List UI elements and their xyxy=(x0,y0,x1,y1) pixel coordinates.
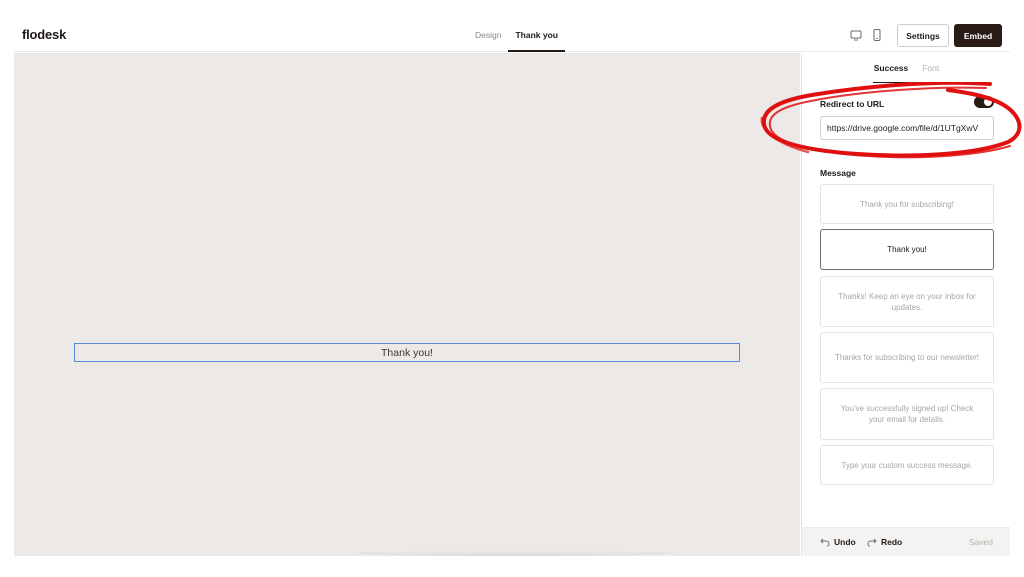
tab-font[interactable]: Font xyxy=(915,53,946,83)
brand-logo: flodesk xyxy=(22,27,67,42)
redo-button[interactable]: Redo xyxy=(867,537,902,547)
mobile-icon[interactable] xyxy=(871,29,883,41)
message-option-selected[interactable]: Thank you! xyxy=(820,229,994,270)
desktop-icon[interactable] xyxy=(850,29,862,41)
toggle-knob xyxy=(984,98,992,106)
redo-label: Redo xyxy=(881,537,903,547)
message-option-custom[interactable]: Type your custom success message. xyxy=(820,445,994,485)
message-option[interactable]: You've successfully signed up! Check you… xyxy=(820,388,994,440)
undo-icon xyxy=(820,538,830,546)
preview-canvas: Thank you! xyxy=(14,53,800,556)
tab-thank-you[interactable]: Thank you xyxy=(508,18,565,52)
settings-panel: Success Font Redirect to URL Message Tha… xyxy=(801,53,1010,556)
app-window: flodesk Design Thank you Settings Embed … xyxy=(14,18,1010,556)
thank-you-message-block[interactable]: Thank you! xyxy=(74,343,740,362)
tab-design[interactable]: Design xyxy=(468,18,508,52)
redirect-toggle[interactable] xyxy=(974,96,994,108)
save-status: Saved xyxy=(968,537,993,547)
settings-button[interactable]: Settings xyxy=(897,24,949,47)
message-option[interactable]: Thanks for subscribing to our newsletter… xyxy=(820,332,994,383)
undo-button[interactable]: Undo xyxy=(820,537,856,547)
top-header: flodesk Design Thank you Settings Embed xyxy=(14,18,1010,52)
tab-success[interactable]: Success xyxy=(867,53,916,83)
panel-footer: Undo Redo Saved xyxy=(802,527,1010,556)
redo-icon xyxy=(867,538,877,546)
redirect-label: Redirect to URL xyxy=(820,99,885,109)
panel-tabs: Success Font xyxy=(802,53,1010,83)
undo-label: Undo xyxy=(834,537,856,547)
embed-button[interactable]: Embed xyxy=(954,24,1002,47)
message-label: Message xyxy=(820,168,856,178)
main-tabs: Design Thank you xyxy=(468,18,565,52)
canvas-shadow xyxy=(354,550,674,556)
message-option[interactable]: Thank you for subscribing! xyxy=(820,184,994,224)
redirect-url-input[interactable] xyxy=(820,116,994,140)
message-option[interactable]: Thanks! Keep an eye on your inbox for up… xyxy=(820,276,994,327)
